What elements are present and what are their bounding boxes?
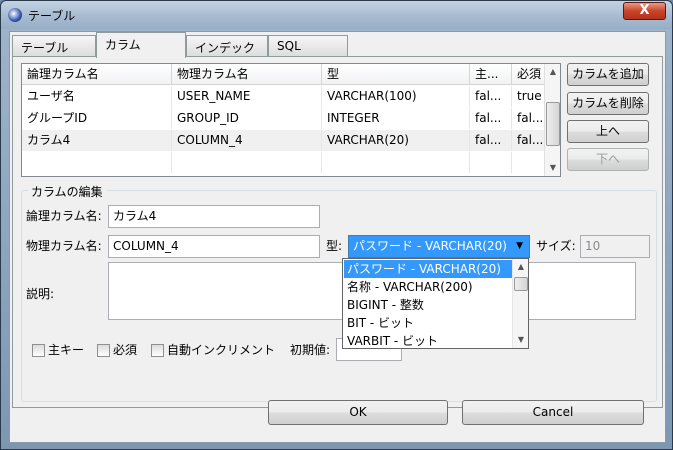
window-title: テーブル (28, 9, 76, 23)
tab-columns[interactable]: カラム (96, 32, 186, 58)
description-label: 説明: (26, 287, 55, 301)
table-header: 論理カラム名 物理カラム名 型 主... 必須 (22, 64, 550, 85)
cell-primary-key: fal... (470, 108, 512, 129)
type-option[interactable]: VARBIT - ビット (344, 332, 512, 350)
type-option[interactable]: BIGINT - 整数 (344, 296, 512, 314)
table-vertical-scrollbar[interactable]: ▲ ▼ (544, 64, 560, 176)
header-type[interactable]: 型 (322, 64, 470, 85)
tab-table[interactable]: テーブル (12, 35, 96, 57)
type-select-value: パスワード - VARCHAR(20) (353, 239, 507, 253)
scroll-up-arrow-icon[interactable]: ▲ (513, 259, 529, 275)
primary-key-checkbox[interactable] (32, 344, 45, 357)
table-row[interactable]: ユーザ名 USER_NAME VARCHAR(100) fal... true (22, 86, 550, 107)
required-checkbox[interactable] (97, 344, 110, 357)
ok-button[interactable]: OK (268, 400, 448, 425)
required-label: 必須 (113, 343, 138, 357)
cell-physical-name: USER_NAME (172, 86, 322, 107)
scroll-up-arrow-icon[interactable]: ▲ (545, 64, 560, 80)
type-option[interactable]: BIT - ビット (344, 314, 512, 332)
scroll-down-arrow-icon[interactable]: ▼ (545, 160, 560, 176)
columns-table[interactable]: 論理カラム名 物理カラム名 型 主... 必須 ユーザ名 USER_NAME V… (21, 63, 561, 177)
size-field[interactable]: 10 (580, 235, 650, 258)
cell-physical-name: GROUP_ID (172, 108, 322, 129)
cell-logical-name: カラム4 (22, 130, 172, 151)
move-down-button[interactable]: 下へ (567, 148, 649, 171)
empty-cell (22, 152, 172, 173)
chevron-down-icon: ▼ (516, 241, 523, 251)
cell-type: VARCHAR(20) (322, 130, 470, 151)
cell-type: VARCHAR(100) (322, 86, 470, 107)
empty-cell (470, 152, 512, 173)
table-row[interactable]: グループID GROUP_ID INTEGER fal... fal... (22, 108, 550, 129)
size-label: サイズ: (536, 239, 576, 253)
type-dropdown-list[interactable]: パスワード - VARCHAR(20) 名称 - VARCHAR(200) BI… (342, 258, 529, 349)
cell-physical-name: COLUMN_4 (172, 130, 322, 151)
title-bar[interactable]: テーブル X (1, 1, 672, 29)
default-value-label: 初期値: (290, 343, 331, 357)
scroll-down-arrow-icon[interactable]: ▼ (513, 332, 529, 348)
table-row-selected[interactable]: カラム4 COLUMN_4 VARCHAR(20) fal... fal... (22, 130, 550, 151)
delete-column-button[interactable]: カラムを削除 (567, 92, 649, 115)
tab-sql[interactable]: SQL (268, 35, 348, 57)
cancel-button[interactable]: Cancel (462, 400, 644, 425)
header-primary-key[interactable]: 主... (470, 64, 512, 85)
header-physical-name[interactable]: 物理カラム名 (172, 64, 322, 85)
auto-increment-checkbox[interactable] (151, 344, 164, 357)
cell-type: INTEGER (322, 108, 470, 129)
type-select[interactable]: パスワード - VARCHAR(20) ▼ (348, 235, 530, 258)
group-label: カラムの編集 (28, 183, 106, 200)
type-label: 型: (326, 239, 343, 253)
type-option[interactable]: パスワード - VARCHAR(20) (344, 260, 512, 278)
table-row-empty (22, 152, 550, 173)
empty-cell (172, 152, 322, 173)
physical-name-field[interactable]: COLUMN_4 (108, 235, 320, 258)
header-logical-name[interactable]: 論理カラム名 (22, 64, 172, 85)
eclipse-icon (8, 8, 22, 22)
scroll-thumb[interactable] (514, 277, 528, 291)
physical-name-label: 物理カラム名: (26, 239, 102, 253)
primary-key-label: 主キー (48, 343, 85, 357)
add-column-button[interactable]: カラムを追加 (567, 63, 649, 86)
cell-primary-key: fal... (470, 130, 512, 151)
logical-name-label: 論理カラム名: (26, 209, 102, 223)
auto-increment-label: 自動インクリメント (167, 343, 276, 357)
empty-cell (322, 152, 470, 173)
type-option[interactable]: 名称 - VARCHAR(200) (344, 278, 512, 296)
logical-name-field[interactable]: カラム4 (108, 205, 320, 228)
dialog-client: テーブル カラム インデックス SQL 論理カラム名 物理カラム名 型 主...… (9, 31, 666, 443)
move-up-button[interactable]: 上へ (567, 120, 649, 143)
cell-primary-key: fal... (470, 86, 512, 107)
tab-indexes[interactable]: インデックス (186, 35, 268, 72)
cell-logical-name: グループID (22, 108, 172, 129)
cell-logical-name: ユーザ名 (22, 86, 172, 107)
close-button[interactable]: X (623, 2, 666, 20)
dialog-window: テーブル X テーブル カラム インデックス SQL 論理カラム名 物理カラム名… (0, 0, 673, 450)
dropdown-scrollbar[interactable]: ▲ ▼ (512, 259, 528, 348)
scroll-thumb[interactable] (546, 102, 560, 146)
